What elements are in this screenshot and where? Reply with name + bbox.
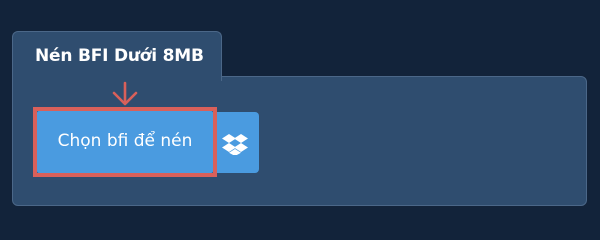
compress-tab[interactable]: Nén BFI Dưới 8MB — [12, 31, 222, 81]
tab-title: Nén BFI Dưới 8MB — [35, 46, 204, 66]
dropbox-icon — [222, 134, 248, 155]
highlight-box — [33, 107, 217, 177]
dropbox-button[interactable] — [213, 112, 259, 173]
tab-panel-join — [13, 75, 221, 78]
arrow-down-icon — [112, 81, 138, 106]
